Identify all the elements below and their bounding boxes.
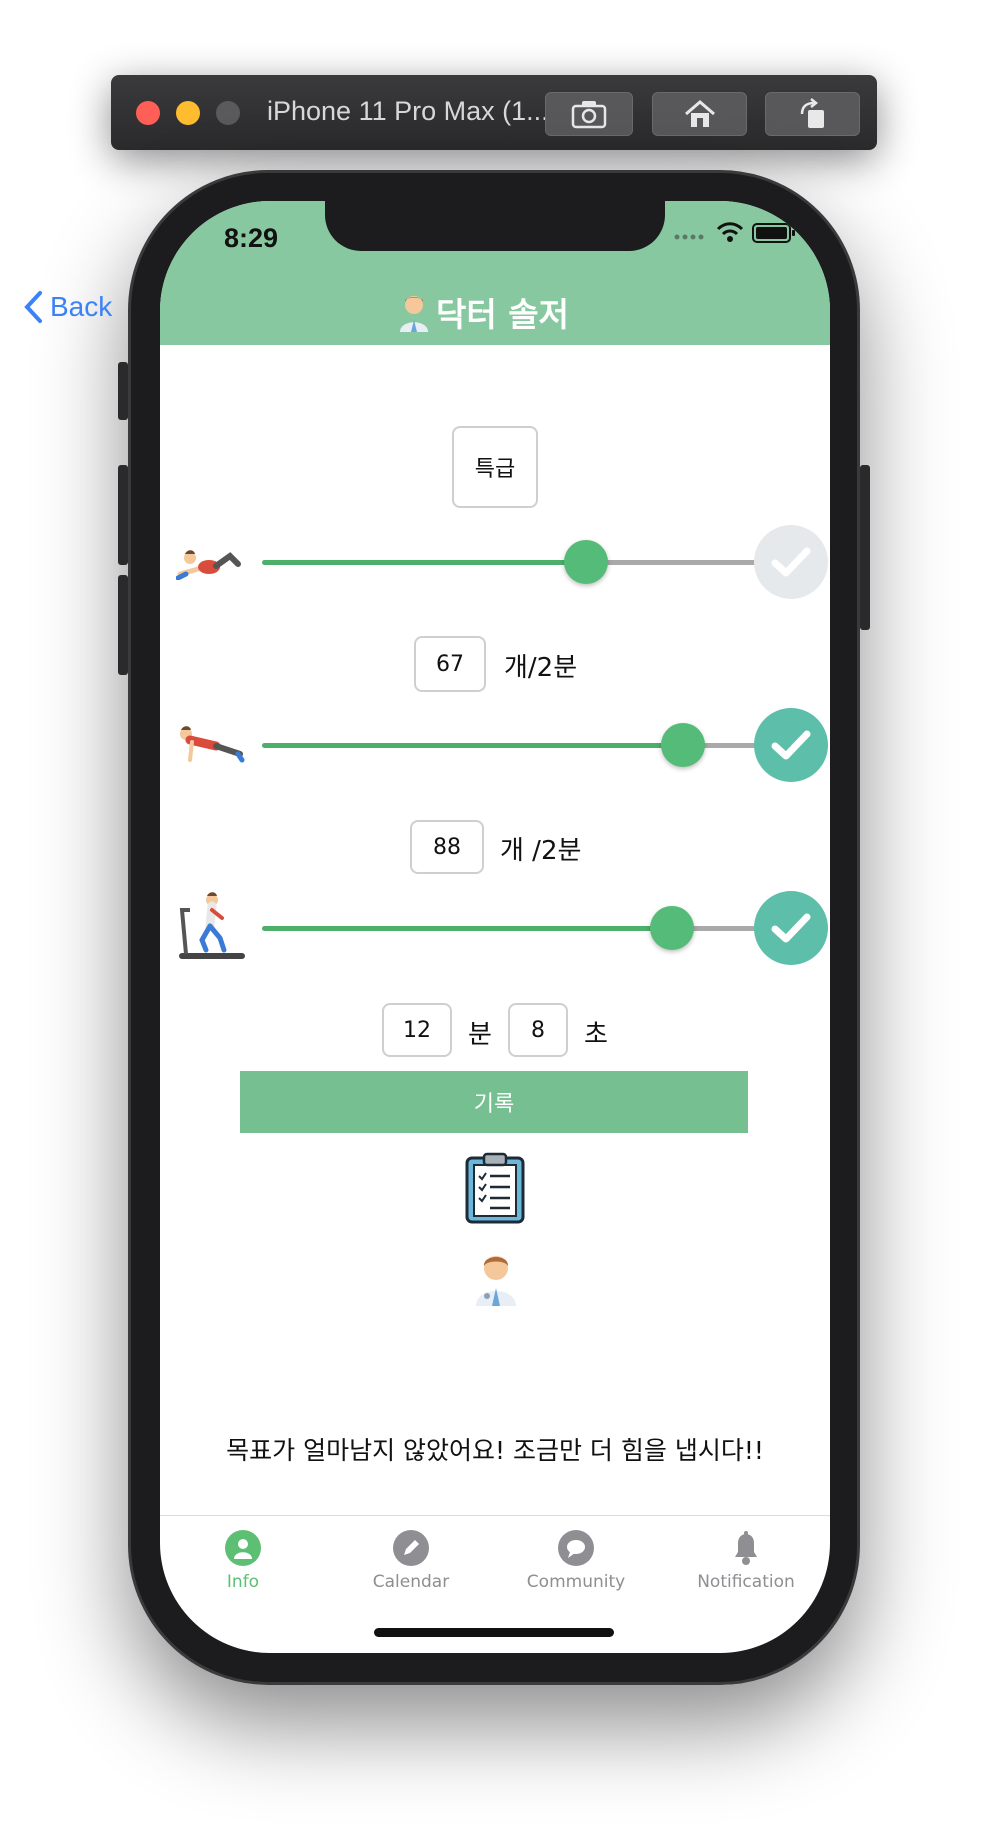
rotate-icon [800, 98, 824, 128]
bell-icon [728, 1530, 764, 1566]
home-indicator[interactable] [374, 1628, 614, 1637]
grade-box: 특급 [452, 426, 538, 508]
close-window-button[interactable] [136, 101, 160, 125]
wifi-icon [716, 222, 744, 242]
page-title: 닥터 솔저 [436, 295, 569, 334]
situp-slider-track [584, 560, 758, 565]
minimize-window-button[interactable] [176, 101, 200, 125]
tab-notification-label: Notification [697, 1572, 795, 1592]
rotate-button[interactable] [765, 92, 860, 136]
tab-community[interactable]: Community [506, 1530, 646, 1592]
pushup-count: 67 [436, 651, 464, 677]
running-count-input[interactable]: 88 [410, 820, 484, 874]
minutes-input[interactable]: 12 [382, 1003, 452, 1057]
status-time: 8:29 [224, 223, 279, 253]
treadmill-icon [179, 892, 245, 959]
situp-complete-toggle[interactable] [754, 525, 828, 599]
pushup-count-input[interactable]: 67 [414, 636, 486, 692]
tab-bar-divider [160, 1515, 830, 1516]
screenshot-button[interactable] [545, 92, 633, 136]
signal-icon [674, 234, 704, 240]
seconds-unit: 초 [584, 1020, 608, 1050]
seconds-input[interactable]: 8 [508, 1003, 568, 1057]
pushup-unit: 개/2분 [504, 653, 578, 683]
tab-community-label: Community [526, 1572, 626, 1592]
pushup-slider-fill [262, 743, 684, 748]
notch [325, 201, 665, 251]
battery-icon [752, 223, 795, 243]
checkmark-icon [771, 913, 811, 943]
simulator-title: iPhone 11 Pro Max (1... [267, 96, 549, 126]
grade-label: 특급 [474, 457, 516, 482]
pushup-slider-thumb[interactable] [661, 723, 705, 767]
chevron-left-icon [24, 291, 42, 323]
record-label: 기록 [473, 1092, 515, 1117]
volume-down-button [118, 575, 128, 675]
tab-notification[interactable]: Notification [671, 1530, 821, 1592]
situp-slider-fill [262, 560, 584, 565]
checkmark-icon [771, 730, 811, 760]
chat-icon [558, 1530, 594, 1566]
person-icon [225, 1530, 261, 1566]
pencil-icon [393, 1530, 429, 1566]
doctor-avatar-icon [476, 1256, 516, 1306]
home-icon [684, 100, 715, 127]
running-slider-fill [262, 926, 672, 931]
minutes-value: 12 [403, 1017, 431, 1043]
checkmark-icon [771, 547, 811, 577]
minutes-unit: 분 [468, 1020, 492, 1050]
zoom-window-button[interactable] [216, 101, 240, 125]
situp-slider-thumb[interactable] [564, 540, 608, 584]
tab-info-label: Info [226, 1572, 260, 1592]
running-count: 88 [433, 834, 461, 860]
tab-calendar[interactable]: Calendar [341, 1530, 481, 1592]
back-label: Back [50, 291, 113, 322]
power-button [860, 465, 870, 630]
doctor-icon [400, 296, 428, 332]
clipboard-icon[interactable] [464, 1152, 526, 1224]
pushup-complete-toggle[interactable] [754, 708, 828, 782]
situp-icon [176, 550, 241, 580]
motivation-message: 목표가 얼마남지 않았어요! 조금만 더 힘을 냅시다!! [226, 1436, 764, 1465]
page-title-wrap: 닥터 솔저 [396, 288, 569, 336]
back-button[interactable]: Back [22, 290, 112, 324]
running-slider-thumb[interactable] [650, 906, 694, 950]
tab-calendar-label: Calendar [372, 1572, 450, 1592]
running-unit: 개 /2분 [500, 836, 582, 866]
screenshot-icon [571, 101, 607, 129]
seconds-value: 8 [531, 1017, 545, 1043]
running-complete-toggle[interactable] [754, 891, 828, 965]
volume-up-button [118, 465, 128, 565]
mute-switch [118, 362, 128, 420]
pushup-icon [180, 726, 245, 763]
home-button[interactable] [652, 92, 747, 136]
record-button[interactable]: 기록 [240, 1071, 748, 1133]
tab-info[interactable]: Info [173, 1530, 313, 1592]
